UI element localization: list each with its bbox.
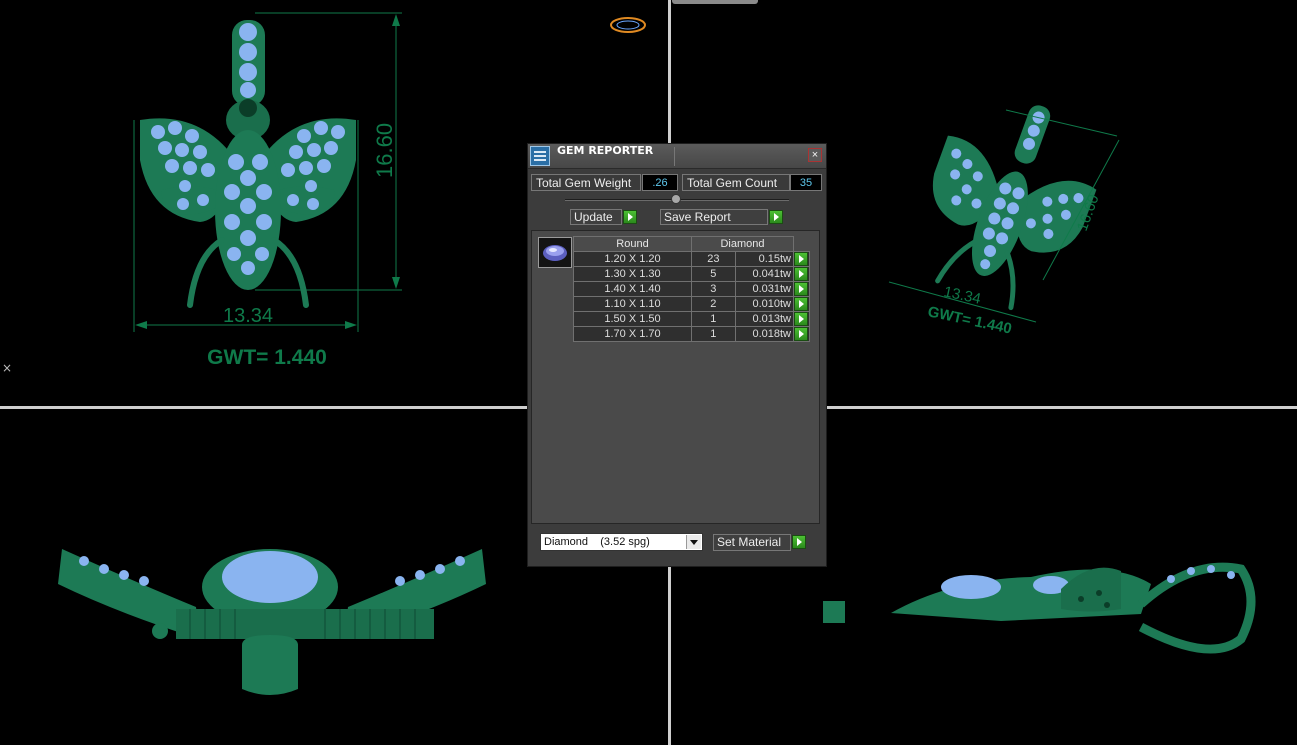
- dialog-titlebar[interactable]: GEM REPORTER ×: [528, 144, 826, 169]
- row-go-icon[interactable]: [794, 252, 808, 266]
- set-material-go-icon[interactable]: [792, 535, 806, 549]
- gem-count: 1: [691, 326, 736, 342]
- width-dimension-perspective: 13.34: [942, 283, 982, 307]
- set-material-button[interactable]: Set Material: [713, 534, 791, 551]
- gem-weight: 0.013tw: [734, 311, 795, 327]
- table-row: 1.20 X 1.20 23 0.15tw: [573, 251, 810, 267]
- width-dimension-front: 13.34: [223, 305, 273, 327]
- update-go-icon[interactable]: [623, 210, 637, 224]
- gem-size: 1.50 X 1.50: [573, 311, 692, 327]
- gem-thumbnail-icon[interactable]: [538, 237, 572, 268]
- close-icon[interactable]: ×: [2, 361, 12, 375]
- row-go-icon[interactable]: [794, 327, 808, 341]
- gem-table: Round Diamond 1.20 X 1.20 23 0.15tw 1.30…: [573, 236, 810, 342]
- row-go-icon[interactable]: [794, 312, 808, 326]
- save-report-go-icon[interactable]: [769, 210, 783, 224]
- gem-size: 1.40 X 1.40: [573, 281, 692, 297]
- gem-count: 3: [691, 281, 736, 297]
- gem-size: 1.20 X 1.20: [573, 251, 692, 267]
- gem-count: 23: [691, 251, 736, 267]
- viewport-tab[interactable]: [672, 0, 758, 4]
- height-dimension-front: 16.60: [372, 123, 397, 178]
- gem-reporter-icon: [530, 146, 550, 166]
- dialog-close-button[interactable]: ×: [808, 148, 822, 162]
- gem-count: 1: [691, 311, 736, 327]
- table-row: 1.40 X 1.40 3 0.031tw: [573, 281, 810, 297]
- total-gem-weight-value: .26: [642, 174, 678, 191]
- gwt-label-front: GWT= 1.440: [207, 346, 327, 369]
- gem-count: 5: [691, 266, 736, 282]
- gem-weight: 0.010tw: [734, 296, 795, 312]
- gem-weight: 0.041tw: [734, 266, 795, 282]
- table-row: 1.30 X 1.30 5 0.041tw: [573, 266, 810, 282]
- gem-size: 1.30 X 1.30: [573, 266, 692, 282]
- dialog-title: GEM REPORTER: [557, 144, 654, 157]
- titlebar-separator: [674, 147, 675, 166]
- row-go-icon[interactable]: [794, 297, 808, 311]
- table-row: 1.70 X 1.70 1 0.018tw: [573, 326, 810, 342]
- gem-weight: 0.15tw: [734, 251, 795, 267]
- table-row: 1.50 X 1.50 1 0.013tw: [573, 311, 810, 327]
- row-go-icon[interactable]: [794, 282, 808, 296]
- gem-size: 1.70 X 1.70: [573, 326, 692, 342]
- dropdown-arrow-icon[interactable]: [686, 535, 701, 549]
- row-go-icon[interactable]: [794, 267, 808, 281]
- table-row: 1.10 X 1.10 2 0.010tw: [573, 296, 810, 312]
- material-select[interactable]: Diamond (3.52 spg): [540, 533, 703, 551]
- gem-weight: 0.018tw: [734, 326, 795, 342]
- gem-size: 1.10 X 1.10: [573, 296, 692, 312]
- gem-weight: 0.031tw: [734, 281, 795, 297]
- splitter-handle[interactable]: [671, 194, 681, 204]
- gwt-label-perspective: GWT= 1.440: [926, 303, 1013, 337]
- update-button[interactable]: Update: [570, 209, 622, 225]
- gem-count: 2: [691, 296, 736, 312]
- save-report-button[interactable]: Save Report: [660, 209, 768, 225]
- material-select-value: Diamond (3.52 spg): [544, 536, 650, 548]
- total-gem-count-label: Total Gem Count: [682, 174, 790, 191]
- total-gem-weight-label: Total Gem Weight: [531, 174, 641, 191]
- total-gem-count-value: 35: [790, 174, 822, 191]
- gem-reporter-dialog: GEM REPORTER × Total Gem Weight .26 Tota…: [527, 143, 827, 567]
- column-header-shape: Round: [573, 236, 692, 252]
- column-header-material: Diamond: [691, 236, 794, 252]
